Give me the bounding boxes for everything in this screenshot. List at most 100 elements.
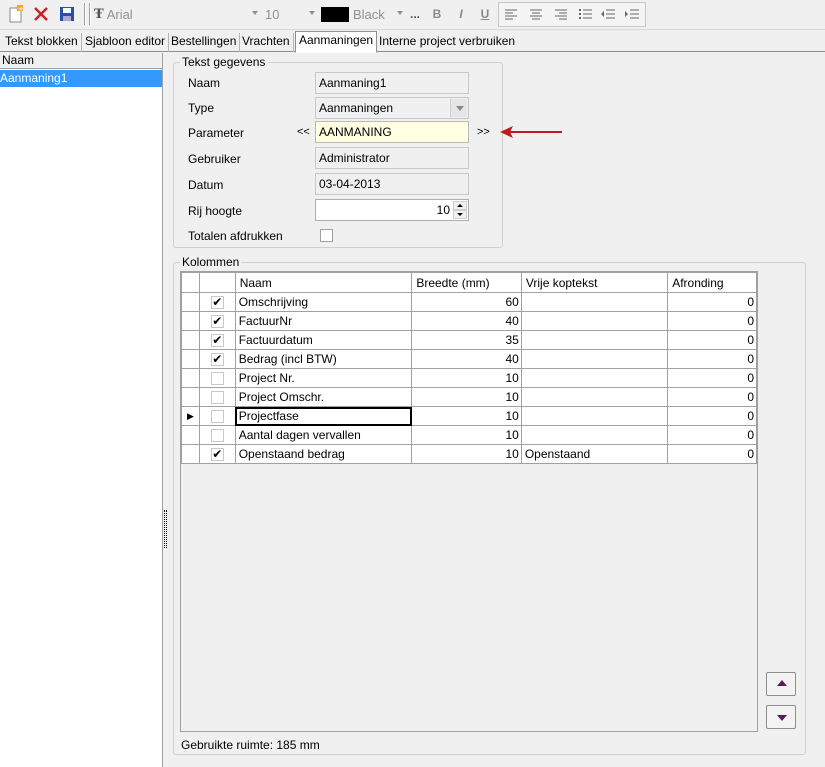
row-visible-cell[interactable]: ✔ [198, 330, 236, 350]
table-row[interactable]: ✔ Omschrijving 60 0 [181, 292, 757, 312]
row-vrije-koptekst[interactable] [520, 368, 669, 388]
header-naam[interactable]: Naam [234, 272, 413, 293]
header-vrije-koptekst[interactable]: Vrije koptekst [520, 272, 669, 293]
row-checkbox[interactable]: ✔ [210, 447, 224, 461]
row-breedte[interactable]: 10 [411, 368, 522, 388]
row-naam[interactable]: Project Nr. [234, 368, 413, 388]
table-row[interactable]: Aantal dagen vervallen 10 0 [181, 425, 757, 445]
row-naam[interactable]: Openstaand bedrag [234, 444, 413, 464]
row-checkbox[interactable] [210, 390, 224, 404]
row-visible-cell[interactable] [198, 387, 236, 407]
rij-hoogte-spinner[interactable]: 10 [315, 199, 469, 221]
font-size-combo[interactable]: 10 [265, 3, 317, 25]
row-naam[interactable]: Factuurdatum [234, 330, 413, 350]
row-vrije-koptekst[interactable] [520, 292, 669, 312]
row-checkbox[interactable] [210, 428, 224, 442]
row-vrije-koptekst[interactable] [520, 406, 669, 426]
row-afronding[interactable]: 0 [667, 330, 757, 350]
underline-button[interactable]: U [478, 3, 492, 25]
row-naam[interactable]: FactuurNr [234, 311, 413, 331]
row-visible-cell[interactable] [198, 425, 236, 445]
spin-buttons[interactable] [453, 201, 467, 219]
color-combo[interactable]: Black [321, 3, 405, 25]
row-breedte[interactable]: 10 [411, 425, 522, 445]
tab-aanmaningen[interactable]: Aanmaningen [295, 31, 378, 53]
row-afronding[interactable]: 0 [667, 368, 757, 388]
row-afronding[interactable]: 0 [667, 444, 757, 464]
row-breedte[interactable]: 35 [411, 330, 522, 350]
kolommen-grid[interactable]: Naam Breedte (mm) Vrije koptekst Afrondi… [180, 271, 758, 752]
row-breedte[interactable]: 10 [411, 406, 522, 426]
row-afronding[interactable]: 0 [667, 406, 757, 426]
row-breedte[interactable]: 60 [411, 292, 522, 312]
row-naam[interactable]: Omschrijving [234, 292, 413, 312]
row-afronding[interactable]: 0 [667, 387, 757, 407]
table-row[interactable]: ▶ Projectfase 10 0 [181, 406, 757, 426]
move-up-button[interactable] [766, 672, 796, 696]
row-naam[interactable]: Bedrag (incl BTW) [234, 349, 413, 369]
row-visible-cell[interactable]: ✔ [198, 349, 236, 369]
row-vrije-koptekst[interactable] [520, 330, 669, 350]
list-header-naam[interactable]: Naam [0, 53, 162, 69]
chevron-down-icon[interactable] [450, 99, 467, 117]
row-checkbox[interactable] [210, 409, 224, 423]
totalen-afdrukken-checkbox[interactable] [320, 229, 333, 242]
outdent-icon[interactable] [600, 3, 616, 25]
row-checkbox[interactable]: ✔ [210, 333, 224, 347]
row-breedte[interactable]: 40 [411, 311, 522, 331]
parameter-field[interactable]: AANMANING [315, 121, 469, 143]
row-checkbox[interactable] [210, 371, 224, 385]
template-list[interactable]: Naam Aanmaning1 [0, 53, 163, 767]
row-vrije-koptekst[interactable] [520, 425, 669, 445]
parameter-next-button[interactable]: >> [477, 126, 490, 138]
row-breedte[interactable]: 40 [411, 349, 522, 369]
row-vrije-koptekst[interactable] [520, 311, 669, 331]
row-vrije-koptekst[interactable] [520, 387, 669, 407]
row-checkbox[interactable]: ✔ [210, 314, 224, 328]
header-afronding[interactable]: Afronding [667, 272, 757, 293]
new-icon[interactable]: + [6, 3, 26, 25]
table-row[interactable]: ✔ Bedrag (incl BTW) 40 0 [181, 349, 757, 369]
tab-tekst-blokken[interactable]: Tekst blokken [2, 33, 82, 52]
row-naam[interactable]: Aantal dagen vervallen [234, 425, 413, 445]
row-visible-cell[interactable]: ✔ [198, 311, 236, 331]
row-afronding[interactable]: 0 [667, 349, 757, 369]
spin-down-icon[interactable] [453, 210, 467, 219]
row-visible-cell[interactable] [198, 406, 236, 426]
row-afronding[interactable]: 0 [667, 311, 757, 331]
row-checkbox[interactable]: ✔ [210, 295, 224, 309]
type-select[interactable]: Aanmaningen [315, 97, 469, 119]
more-button[interactable]: ... [406, 3, 424, 25]
header-checkbox[interactable] [198, 272, 236, 293]
bold-button[interactable]: B [430, 3, 444, 25]
row-naam[interactable]: Project Omschr. [234, 387, 413, 407]
list-item[interactable]: Aanmaning1 [0, 70, 162, 87]
table-row[interactable]: ✔ FactuurNr 40 0 [181, 311, 757, 331]
row-naam[interactable]: Projectfase [234, 406, 413, 426]
splitter-handle[interactable] [164, 510, 167, 548]
row-visible-cell[interactable]: ✔ [198, 292, 236, 312]
row-vrije-koptekst[interactable] [520, 349, 669, 369]
indent-icon[interactable] [624, 3, 640, 25]
align-right-icon[interactable] [553, 3, 569, 25]
align-center-icon[interactable] [528, 3, 544, 25]
table-row[interactable]: Project Nr. 10 0 [181, 368, 757, 388]
row-breedte[interactable]: 10 [411, 444, 522, 464]
row-vrije-koptekst[interactable]: Openstaand [520, 444, 669, 464]
tab-bestellingen[interactable]: Bestellingen [168, 33, 241, 52]
italic-button[interactable]: I [454, 3, 468, 25]
row-visible-cell[interactable]: ✔ [198, 444, 236, 464]
bullet-list-icon[interactable] [577, 3, 593, 25]
delete-icon[interactable] [31, 3, 51, 25]
row-afronding[interactable]: 0 [667, 292, 757, 312]
row-breedte[interactable]: 10 [411, 387, 522, 407]
font-name-combo[interactable]: Ŧ Arial [94, 3, 260, 25]
table-row[interactable]: ✔ Factuurdatum 35 0 [181, 330, 757, 350]
row-visible-cell[interactable] [198, 368, 236, 388]
table-row[interactable]: Project Omschr. 10 0 [181, 387, 757, 407]
row-afronding[interactable]: 0 [667, 425, 757, 445]
parameter-prev-button[interactable]: << [297, 126, 310, 138]
tab-interne-project-verbruiken[interactable]: Interne project verbruiken [376, 33, 518, 52]
row-checkbox[interactable]: ✔ [210, 352, 224, 366]
move-down-button[interactable] [766, 705, 796, 729]
